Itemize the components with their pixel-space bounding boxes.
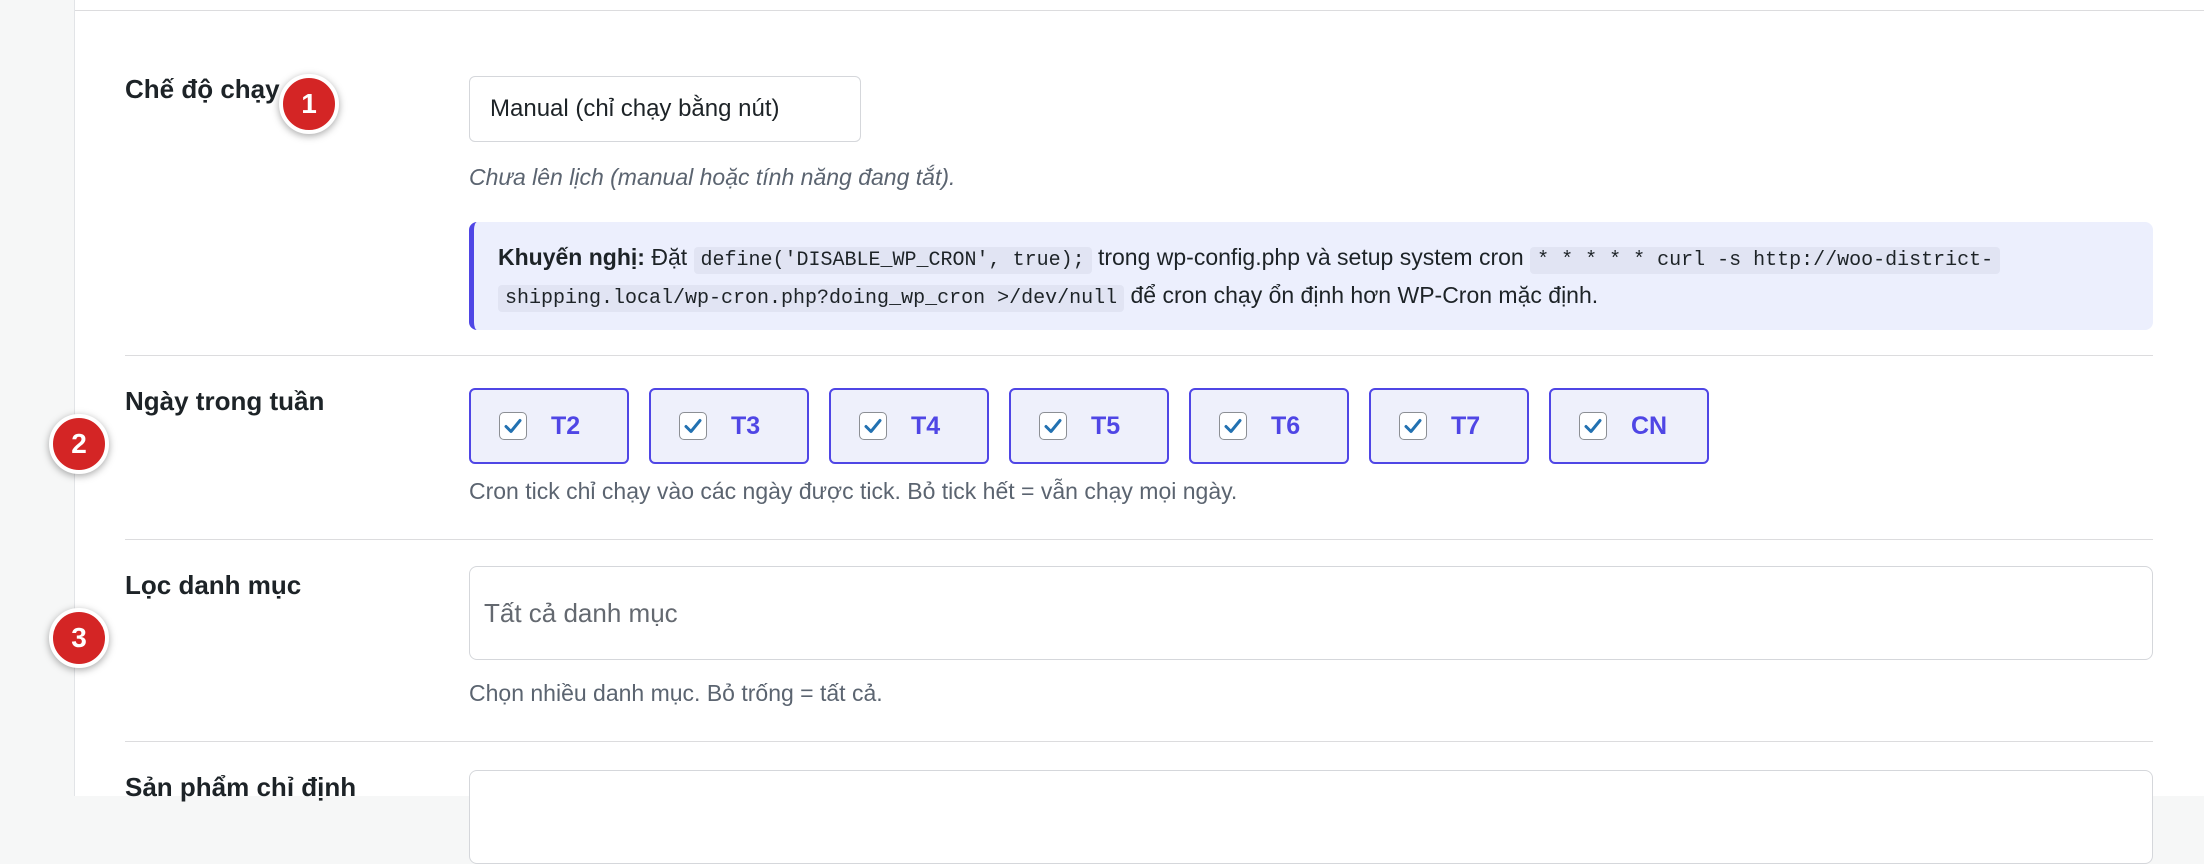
category-multiselect[interactable]: Tất cả danh mục [469, 566, 2153, 660]
weekday-label: T5 [1091, 411, 1121, 440]
notice-text: Đặt [644, 244, 694, 270]
annotation-badge-3: 3 [49, 608, 109, 668]
checkmark-icon [504, 419, 522, 433]
annotation-badge-1: 1 [279, 74, 339, 134]
product-multiselect[interactable] [469, 770, 2153, 864]
weekday-chip[interactable]: T3 [649, 388, 809, 464]
weekday-checkbox[interactable] [1219, 412, 1247, 440]
weekday-checkbox[interactable] [1579, 412, 1607, 440]
divider [75, 10, 2204, 11]
checkmark-icon [1404, 419, 1422, 433]
run-mode-select[interactable]: Manual (chỉ chạy bằng nút) [469, 76, 861, 142]
run-mode-description: Chưa lên lịch (manual hoặc tính năng đan… [469, 164, 956, 190]
weekday-checkbox[interactable] [499, 412, 527, 440]
weekdays-description: Cron tick chỉ chạy vào các ngày được tic… [469, 478, 1238, 504]
notice-text: trong wp-config.php và setup system cron [1091, 244, 1531, 270]
weekday-label: T7 [1451, 411, 1481, 440]
weekday-chip[interactable]: T6 [1189, 388, 1349, 464]
divider [125, 355, 2153, 356]
divider [125, 741, 2153, 742]
notice-code-cron-cont: shipping.local/wp-cron.php?doing_wp_cron… [498, 285, 1125, 312]
annotation-badge-2: 2 [49, 414, 109, 474]
weekday-label: T3 [731, 411, 761, 440]
notice-code-cron: * * * * * curl -s http://woo-district- [1530, 247, 2001, 274]
notice-code-disable-wp-cron: define('DISABLE_WP_CRON', true); [693, 247, 1092, 274]
checkmark-icon [684, 419, 702, 433]
weekday-chip[interactable]: CN [1549, 388, 1709, 464]
weekday-chip[interactable]: T2 [469, 388, 629, 464]
settings-panel: Chế độ chạy 1 Manual (chỉ chạy bằng nút)… [49, 0, 2204, 864]
category-filter-description: Chọn nhiều danh mục. Bỏ trống = tất cả. [469, 680, 883, 706]
weekday-label: T2 [551, 411, 581, 440]
weekday-chip[interactable]: T7 [1369, 388, 1529, 464]
weekday-chip[interactable]: T4 [829, 388, 989, 464]
weekdays-label: Ngày trong tuần [125, 386, 325, 416]
notice-text: để cron chạy ổn định hơn WP-Cron mặc địn… [1124, 282, 1599, 308]
weekday-label: T4 [911, 411, 941, 440]
notice-label: Khuyến nghị: [498, 244, 645, 270]
divider [125, 539, 2153, 540]
specific-products-label: Sản phẩm chỉ định [125, 772, 357, 802]
recommendation-notice: Khuyến nghị: Đặt define('DISABLE_WP_CRON… [469, 222, 2153, 330]
weekday-checkbox[interactable] [1039, 412, 1067, 440]
checkmark-icon [1044, 419, 1062, 433]
weekday-checkbox[interactable] [1399, 412, 1427, 440]
checkmark-icon [1224, 419, 1242, 433]
weekday-checkbox[interactable] [679, 412, 707, 440]
weekday-chip[interactable]: T5 [1009, 388, 1169, 464]
weekday-checkbox[interactable] [859, 412, 887, 440]
weekday-label: T6 [1271, 411, 1301, 440]
checkmark-icon [864, 419, 882, 433]
checkmark-icon [1584, 419, 1602, 433]
category-filter-label: Lọc danh mục [125, 570, 302, 600]
run-mode-label: Chế độ chạy [125, 74, 280, 104]
weekday-label: CN [1631, 411, 1668, 440]
